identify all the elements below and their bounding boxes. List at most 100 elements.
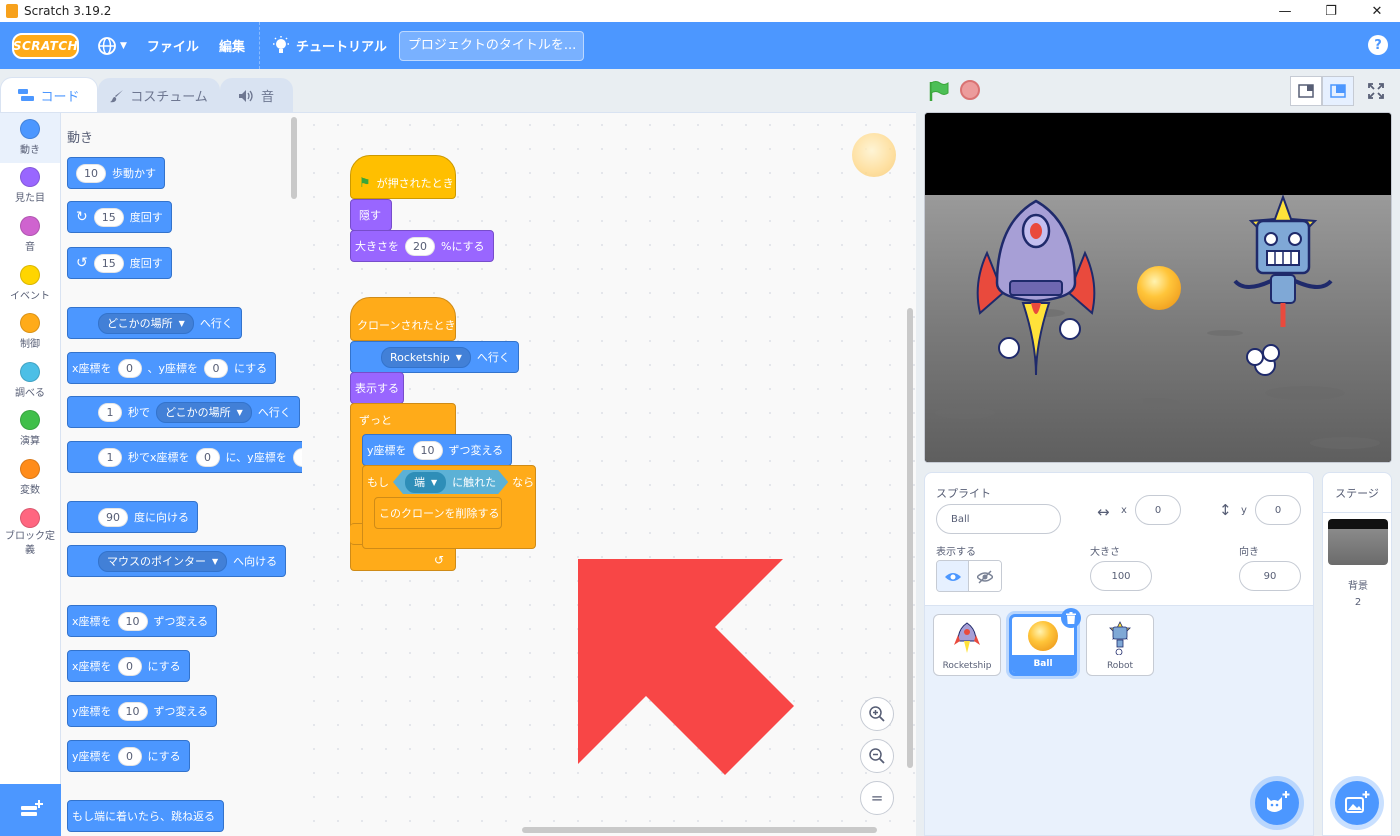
point-towards-block[interactable]: マウスのポインター ▼ へ向ける (67, 545, 287, 577)
category-variables[interactable]: 変数 (0, 459, 60, 496)
change-y-block[interactable]: y座標を 10 ずつ変える (67, 695, 218, 727)
block-text: へ行く (199, 317, 233, 330)
direction-input[interactable]: 90 (98, 507, 128, 527)
seconds-input[interactable]: 1 (98, 402, 122, 422)
show-sprite-button[interactable] (937, 561, 970, 591)
category-operators[interactable]: 演算 (0, 410, 60, 447)
touching-target-dropdown[interactable]: 端 ▼ (405, 472, 446, 493)
move-steps-block[interactable]: 10 歩動かす (67, 157, 165, 189)
bounce-block[interactable]: もし端に着いたら、跳ね返る (67, 800, 224, 832)
seconds-input[interactable]: 1 (98, 447, 122, 467)
block-text: クローンされたとき (357, 319, 456, 332)
block-text: 歩動かす (112, 167, 156, 180)
point-direction-block[interactable]: 90 度に向ける (67, 501, 198, 533)
category-events[interactable]: イベント (0, 265, 60, 302)
direction-input[interactable]: 90 (1239, 561, 1301, 591)
goto-target-dropdown[interactable]: Rocketship ▼ (381, 346, 471, 368)
edit-menu[interactable]: 編集 (219, 36, 245, 55)
x-input[interactable]: 0 (195, 447, 220, 467)
zoom-out-button[interactable] (860, 739, 894, 773)
script-vertical-scrollbar[interactable] (907, 308, 913, 768)
dy-input[interactable]: 10 (117, 701, 148, 721)
touching-condition[interactable]: 端 ▼ に触れた (393, 470, 508, 494)
tab-code[interactable]: コード (0, 77, 98, 112)
palette-scrollbar[interactable] (291, 117, 297, 199)
category-sensing[interactable]: 調べる (0, 362, 60, 399)
x-input[interactable]: 0 (117, 656, 142, 676)
green-flag-button[interactable] (928, 80, 950, 107)
restore-button[interactable]: ❐ (1308, 0, 1354, 22)
size-input[interactable]: 100 (1090, 561, 1152, 591)
degrees-input[interactable]: 15 (93, 253, 124, 273)
y-input[interactable]: 0 (204, 358, 229, 378)
hide-sprite-button[interactable] (969, 561, 1001, 591)
degrees-input[interactable]: 15 (93, 207, 124, 227)
close-button[interactable]: ✕ (1354, 0, 1400, 22)
script-horizontal-scrollbar[interactable] (522, 827, 877, 833)
category-looks[interactable]: 見た目 (0, 167, 60, 204)
set-size-block[interactable]: 大きさを 20 %にする (350, 230, 494, 262)
tab-costumes[interactable]: コスチューム (98, 78, 220, 112)
category-control[interactable]: 制御 (0, 313, 60, 350)
turn-right-block[interactable]: ↻ 15 度回す (67, 201, 172, 233)
y-input[interactable]: 0 (292, 447, 302, 467)
large-stage-button[interactable] (1322, 76, 1354, 106)
set-x-block[interactable]: x座標を 0 にする (67, 650, 190, 682)
dx-input[interactable]: 10 (117, 611, 148, 631)
glide-xy-block[interactable]: 1 秒でx座標を 0 に、y座標を 0 (67, 441, 302, 473)
x-input[interactable]: 0 (117, 358, 142, 378)
scratch-logo[interactable]: SCRATCH (12, 32, 79, 59)
category-my-blocks[interactable]: ブロック定義 (0, 508, 60, 558)
category-motion[interactable]: 動き (0, 113, 60, 163)
sprite-card-rocketship[interactable]: Rocketship (933, 614, 1001, 676)
minimize-button[interactable]: — (1262, 0, 1308, 22)
choose-backdrop-button[interactable] (1335, 781, 1379, 825)
zoom-in-button[interactable] (860, 697, 894, 731)
tab-sounds[interactable]: 音 (220, 78, 293, 112)
y-input[interactable]: 0 (117, 746, 142, 766)
glide-to-block[interactable]: 1 秒で どこかの場所 ▼ へ行く (67, 396, 300, 428)
sprite-name-input[interactable]: Ball (936, 504, 1061, 534)
add-extension-button[interactable] (0, 784, 61, 836)
x-position-input[interactable]: 0 (1135, 495, 1181, 525)
project-title-input[interactable] (398, 30, 584, 61)
ball-sprite[interactable] (1137, 266, 1181, 310)
zoom-reset-button[interactable]: = (860, 781, 894, 815)
y-position-input[interactable]: 0 (1255, 495, 1301, 525)
fullscreen-button[interactable] (1360, 76, 1392, 106)
help-icon[interactable]: ? (1368, 35, 1388, 55)
tutorial-button[interactable]: チュートリアル (272, 35, 387, 56)
delete-clone-block[interactable]: このクローンを削除する (374, 497, 502, 529)
show-block[interactable]: 表示する (350, 372, 404, 404)
stop-button[interactable] (960, 80, 980, 100)
fullscreen-icon (1368, 83, 1384, 99)
point-target-dropdown[interactable]: マウスのポインター ▼ (98, 550, 228, 572)
file-menu[interactable]: ファイル (147, 36, 199, 55)
set-y-block[interactable]: y座標を 0 にする (67, 740, 190, 772)
change-y-block[interactable]: y座標を 10 ずつ変える (362, 434, 513, 466)
sprite-card-robot[interactable]: Robot (1086, 614, 1154, 676)
glide-target-dropdown[interactable]: どこかの場所 ▼ (156, 401, 252, 423)
sound-color-dot (20, 216, 40, 236)
when-flag-clicked-block[interactable]: ⚑ が押されたとき (350, 155, 456, 199)
goto-xy-block[interactable]: x座標を 0 、y座標を 0 にする (67, 352, 277, 384)
change-x-block[interactable]: x座標を 10 ずつ変える (67, 605, 218, 637)
choose-sprite-button[interactable] (1255, 781, 1299, 825)
menu-bar: SCRATCH ▼ ファイル 編集 チュートリアル ? (0, 22, 1400, 69)
goto-block[interactable]: どこかの場所 ▼ へ行く (67, 307, 242, 339)
stage-canvas[interactable] (924, 112, 1392, 463)
turn-left-block[interactable]: ↺ 15 度回す (67, 247, 172, 279)
script-area[interactable]: ⚑ が押されたとき 隠す 大きさを 20 %にする クローンされたとき Rock… (302, 112, 916, 836)
language-menu[interactable]: ▼ (97, 36, 127, 56)
when-cloned-block[interactable]: クローンされたとき (350, 297, 456, 341)
size-input[interactable]: 20 (405, 236, 435, 256)
delete-sprite-button[interactable] (1061, 608, 1081, 628)
small-stage-button[interactable] (1290, 76, 1322, 106)
dy-input[interactable]: 10 (412, 440, 443, 460)
steps-input[interactable]: 10 (76, 163, 106, 183)
category-sound[interactable]: 音 (0, 216, 60, 253)
hide-block[interactable]: 隠す (350, 199, 392, 231)
category-label: ブロック定義 (5, 531, 55, 556)
goto-rocketship-block[interactable]: Rocketship ▼ へ行く (350, 341, 519, 373)
goto-target-dropdown[interactable]: どこかの場所 ▼ (98, 312, 194, 334)
